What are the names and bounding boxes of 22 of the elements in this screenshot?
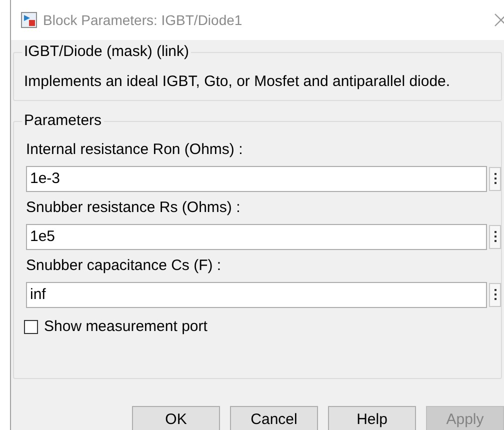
options-button[interactable] (489, 224, 501, 248)
input-field[interactable]: inf (26, 282, 487, 308)
field-label: Snubber resistance Rs (Ohms) : (26, 198, 242, 218)
description-text: Implements an ideal IGBT, Gto, or Mosfet and antiparallel diode. (23, 72, 452, 92)
dialog-button[interactable]: Help (328, 406, 416, 430)
app-icon (21, 12, 37, 28)
field-label: Snubber capacitance Cs (F) : (26, 256, 222, 276)
dialog-button[interactable]: OK (132, 406, 220, 430)
options-button[interactable] (489, 166, 501, 190)
group-title: IGBT/Diode (mask) (link) (22, 43, 192, 61)
checkbox-label: Show measurement port (44, 316, 208, 336)
vertical-dots-icon (494, 289, 496, 300)
options-button[interactable] (489, 282, 501, 306)
input-field[interactable]: 1e-3 (26, 166, 487, 192)
input-field[interactable]: 1e5 (26, 224, 487, 250)
field-label: Internal resistance Ron (Ohms) : (26, 140, 244, 160)
checkbox[interactable] (24, 320, 38, 334)
window-title: Block Parameters: IGBT/Diode1 (43, 10, 242, 30)
vertical-dots-icon (494, 173, 496, 184)
vertical-dots-icon (494, 231, 496, 242)
dialog-button[interactable]: Cancel (230, 406, 318, 430)
close-icon[interactable] (494, 13, 504, 27)
